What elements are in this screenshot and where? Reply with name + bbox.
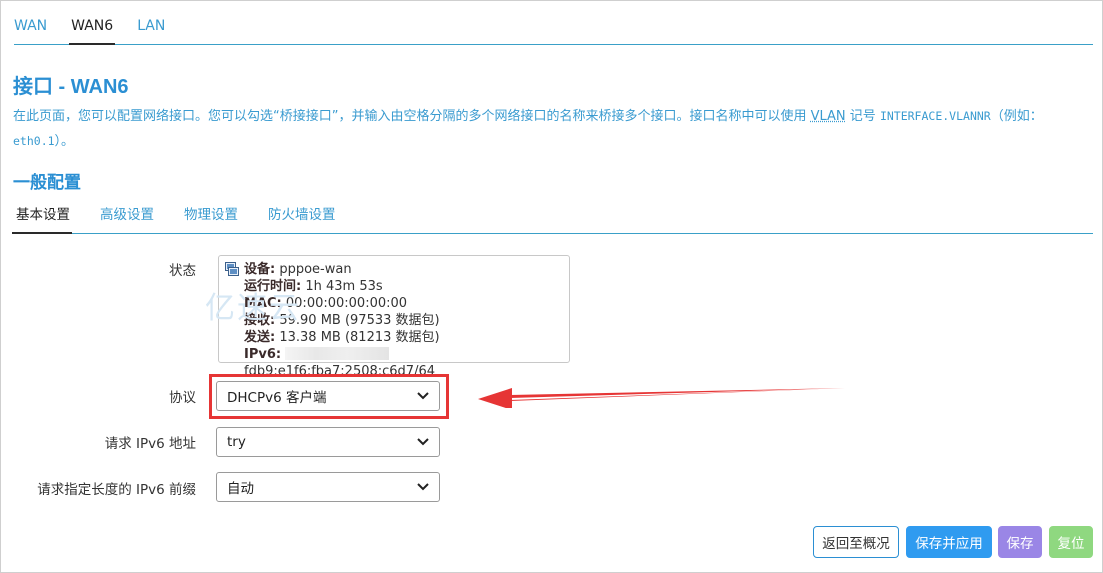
protocol-label: 协议 [169, 390, 196, 406]
description-text: 在此页面，您可以配置网络接口。您可以勾选“桥接接口”，并输入由空格分隔的多个网络… [13, 109, 811, 124]
status-tx: 发送: 13.38 MB (81213 数据包) [244, 330, 440, 345]
tab-basic-settings[interactable]: 基本设置 [12, 203, 72, 234]
request-prefix-label: 请求指定长度的 IPv6 前缀 [37, 482, 196, 498]
request-ipv6-label: 请求 IPv6 地址 [104, 436, 196, 452]
page-title: 接口 - WAN6 [13, 76, 129, 98]
description-text: ）。 [54, 134, 75, 149]
redacted-address [285, 347, 390, 360]
tab-advanced-settings[interactable]: 高级设置 [98, 203, 154, 233]
request-ipv6-value: try [227, 434, 246, 450]
save-apply-button[interactable]: 保存并应用 [906, 526, 992, 558]
code-interface-vlannr: INTERFACE.VLANNR [879, 109, 991, 123]
status-device: 设备: pppoe-wan [244, 262, 352, 277]
description-text: （例如： [990, 109, 1043, 124]
tab-wan[interactable]: WAN [14, 18, 47, 44]
chevron-down-icon [417, 438, 429, 446]
highlight-box [209, 374, 449, 419]
tab-firewall-settings[interactable]: 防火墙设置 [266, 203, 336, 233]
section-title: 一般配置 [13, 173, 81, 193]
chevron-down-icon [417, 483, 429, 491]
request-prefix-value: 自动 [227, 481, 254, 497]
status-label: 状态 [169, 263, 196, 279]
description-text: 记号 [845, 109, 880, 124]
tab-lan[interactable]: LAN [137, 18, 165, 44]
config-subtabs: 基本设置 高级设置 物理设置 防火墙设置 [12, 200, 1093, 234]
save-button[interactable]: 保存 [998, 526, 1042, 558]
status-mac: MAC: 00:00:00:00:00:00 [244, 296, 408, 311]
status-rx: 接收: 59.90 MB (97533 数据包) [244, 313, 440, 328]
tab-physical-settings[interactable]: 物理设置 [182, 203, 238, 233]
annotation-arrow [478, 388, 845, 408]
code-eth: eth0.1 [13, 134, 55, 148]
vlan-abbr: VLAN [810, 109, 846, 124]
status-box: 设备: pppoe-wan 运行时间: 1h 43m 53s MAC: 00:0… [218, 255, 570, 379]
request-prefix-select[interactable]: 自动 [216, 472, 440, 502]
back-to-overview-button[interactable]: 返回至概况 [813, 526, 899, 558]
request-ipv6-select[interactable]: try [216, 427, 440, 457]
tab-wan6[interactable]: WAN6 [69, 18, 116, 45]
status-uptime: 运行时间: 1h 43m 53s [244, 279, 383, 294]
reset-button[interactable]: 复位 [1049, 526, 1093, 558]
network-icon [225, 262, 239, 276]
interface-tabs: WAN WAN6 LAN [14, 0, 1093, 45]
page-description: 在此页面，您可以配置网络接口。您可以勾选“桥接接口”，并输入由空格分隔的多个网络… [13, 104, 1088, 154]
